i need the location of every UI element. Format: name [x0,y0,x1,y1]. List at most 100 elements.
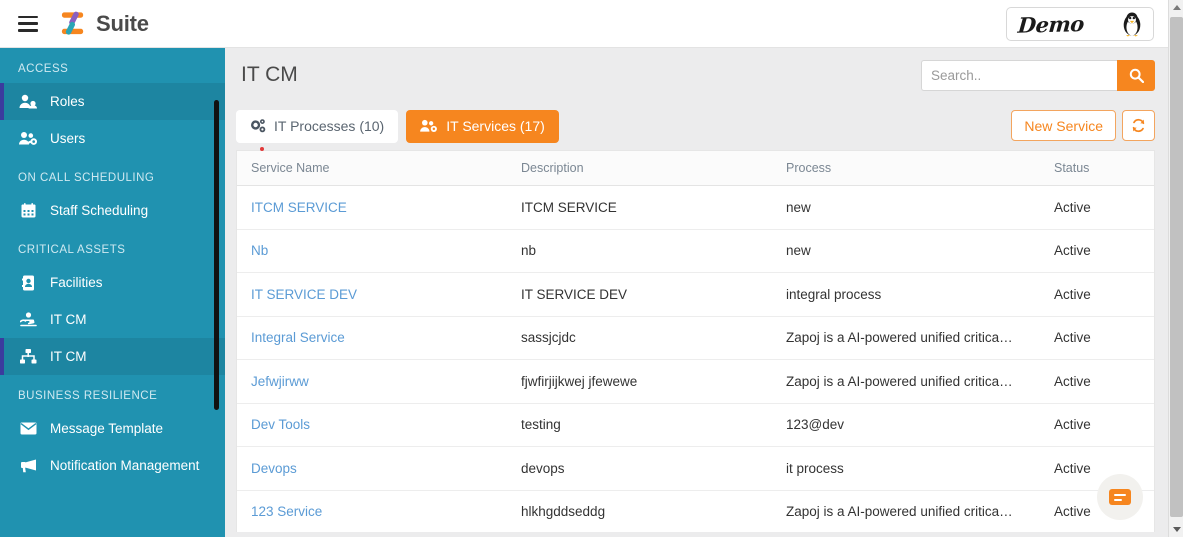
brand-title: Suite [96,10,149,36]
hamburger-menu-icon[interactable] [18,15,38,32]
brand-logo[interactable]: Suite [60,10,149,37]
column-header-status: Status [1040,151,1154,186]
service-name-link[interactable]: Devops [237,446,507,491]
column-header-description: Description [507,151,772,186]
service-name-link[interactable]: Jefwjirww [237,359,507,404]
main-content-area: IT CM IT Processes (10) [225,48,1168,537]
service-description: fjwfirjijkwej jfewewe [507,359,772,404]
page-header: IT CM [225,48,1168,102]
search-bar [921,60,1155,91]
sidebar-section-business-resilience: BUSINESS RESILIENCE [18,390,158,402]
z-logo-icon [61,11,84,35]
service-status: Active [1040,272,1154,317]
service-process: new [772,229,1040,273]
table-row[interactable]: IT SERVICE DEV IT SERVICE DEV integral p… [237,272,1154,317]
column-header-service-name: Service Name [237,151,507,186]
search-input[interactable] [921,60,1117,91]
tab-it-services[interactable]: IT Services (17) [406,109,559,143]
sidebar-item-label: Staff Scheduling [50,203,149,218]
chat-widget-button[interactable] [1097,474,1143,520]
tab-toolbar: IT Processes (10) IT Services (17) New S… [225,102,1168,151]
service-name-link[interactable]: Integral Service [237,316,507,360]
envelope-icon [18,421,38,437]
service-status: Active [1040,359,1154,404]
services-table: Service Name Description Process Status … [237,151,1154,532]
service-name-link[interactable]: Dev Tools [237,403,507,447]
sidebar-item-roles[interactable]: Roles [0,83,225,120]
sidebar-item-staff-scheduling[interactable]: Staff Scheduling [0,192,225,229]
refresh-button[interactable] [1122,110,1155,141]
address-book-icon [18,275,38,291]
top-header-bar: Suite Demo [0,0,1168,48]
sidebar-item-message-template[interactable]: Message Template [0,410,225,447]
table-row[interactable]: 123 Service hlkhgddseddg Zapoj is a AI-p… [237,490,1154,532]
user-badge[interactable]: Demo [1006,7,1154,41]
service-process: 123@dev [772,403,1040,447]
service-status: Active [1040,316,1154,360]
service-description: hlkhgddseddg [507,490,772,532]
bullhorn-icon [18,458,38,474]
table-header-row: Service Name Description Process Status [237,151,1154,186]
chat-bubble-icon [1109,489,1131,505]
table-row[interactable]: Nb nb new Active [237,229,1154,273]
refresh-icon [1132,118,1145,133]
table-row[interactable]: ITCM SERVICE ITCM SERVICE new Active [237,185,1154,230]
service-status: Active [1040,185,1154,230]
service-name-link[interactable]: 123 Service [237,490,507,532]
sidebar-navigation: ACCESS Roles Users ON CALL SCHEDULING St… [0,48,225,537]
service-description: nb [507,229,772,273]
sidebar-item-users[interactable]: Users [0,120,225,157]
sidebar-item-notification-management[interactable]: Notification Management [0,447,225,484]
users-cog-icon [18,131,38,147]
tab-label: IT Services (17) [446,118,545,134]
service-process: Zapoj is a AI-powered unified critica… [772,490,1040,532]
table-row[interactable]: Dev Tools testing 123@dev Active [237,403,1154,447]
sidebar-section-critical-assets: CRITICAL ASSETS [18,244,126,256]
sidebar-scrollbar[interactable] [214,100,219,410]
sidebar-item-label: Facilities [50,275,103,290]
table-body: ITCM SERVICE ITCM SERVICE new Active Nb … [237,185,1154,532]
scrollbar-thumb[interactable] [1170,17,1183,517]
service-process: Zapoj is a AI-powered unified critica… [772,316,1040,360]
scroll-up-arrow-icon[interactable] [1169,0,1183,15]
sidebar-item-label: Roles [50,94,85,109]
page-title: IT CM [241,63,298,86]
sidebar-item-facilities[interactable]: IT CM [0,301,225,338]
scroll-down-arrow-icon[interactable] [1169,522,1183,537]
new-service-button[interactable]: New Service [1011,110,1116,141]
calendar-icon [18,203,38,219]
sidebar-item-contacts[interactable]: Facilities [0,264,225,301]
service-description: IT SERVICE DEV [507,272,772,317]
penguin-avatar-icon [1123,12,1141,37]
table-row[interactable]: Devops devops it process Active [237,446,1154,491]
table-row[interactable]: Jefwjirww fjwfirjijkwej jfewewe Zapoj is… [237,359,1154,404]
service-process: integral process [772,272,1040,317]
service-process: Zapoj is a AI-powered unified critica… [772,359,1040,404]
service-process: it process [772,446,1040,491]
user-name-label: Demo [1016,10,1085,38]
service-description: ITCM SERVICE [507,185,772,230]
service-name-link[interactable]: ITCM SERVICE [237,185,507,230]
sidebar-section-access: ACCESS [18,63,69,75]
tab-it-processes[interactable]: IT Processes (10) [236,109,399,143]
sidebar-item-label: Message Template [50,421,164,436]
sidebar-item-label: IT CM [50,349,87,364]
service-name-link[interactable]: IT SERVICE DEV [237,272,507,317]
service-name-link[interactable]: Nb [237,229,507,273]
sidebar-section-on-call-scheduling: ON CALL SCHEDULING [18,172,155,184]
service-description: testing [507,403,772,447]
table-row[interactable]: Integral Service sassjcjdc Zapoj is a AI… [237,316,1154,360]
column-header-process: Process [772,151,1040,186]
sidebar-item-label: Users [50,131,86,146]
search-button[interactable] [1117,60,1155,91]
service-description: sassjcjdc [507,316,772,360]
application-window: Suite Demo ACCESS Roles Users ON CALL SC… [0,0,1183,537]
sidebar-item-label: IT CM [50,312,87,327]
sidebar-item-it-cm[interactable]: IT CM [0,338,225,375]
toolbar-actions: New Service [1011,110,1155,141]
browser-vertical-scrollbar[interactable] [1168,0,1183,537]
sidebar-item-label: Notification Management [50,458,200,473]
facility-hand-icon [18,311,38,328]
tab-label: IT Processes (10) [274,118,385,134]
services-table-card: Service Name Description Process Status … [236,150,1155,532]
